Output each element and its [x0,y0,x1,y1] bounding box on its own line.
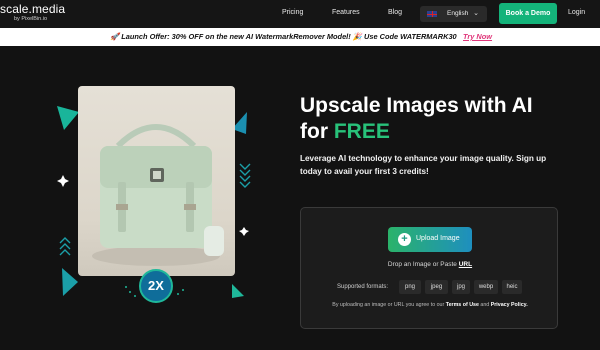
nav-pricing[interactable]: Pricing [282,9,303,16]
book-demo-button[interactable]: Book a Demo [499,3,557,24]
terms-and: and [478,302,491,308]
hero-title-for: for [300,120,334,143]
chevrons-down-icon [239,163,251,188]
logo-text: scale.media [0,2,66,16]
language-selector[interactable]: English ⌄ [420,6,487,22]
upload-image-button[interactable]: + Upload Image [388,227,472,252]
rocket-icon: 🚀 [110,32,120,41]
product-image [78,86,235,276]
logo-subtext: by PixelBin.io [14,16,48,22]
formats-label: Supported formats: [337,284,389,290]
promo-text-wrap: 🚀 Launch Offer: 30% OFF on the new AI Wa… [110,32,457,41]
upload-panel[interactable]: + Upload Image Drop an Image or Paste UR… [300,207,558,329]
hero-subtitle: Leverage AI technology to enhance your i… [300,154,547,176]
decor-triangle-icon [57,106,79,130]
privacy-policy-link[interactable]: Privacy Policy. [491,302,528,308]
drop-instructions: Drop an Image or Paste URL [301,261,559,268]
nav-features[interactable]: Features [332,9,360,16]
format-jpeg: jpeg [425,280,448,294]
upload-button-label: Upload Image [416,235,460,242]
bag-illustration [92,124,224,266]
login-link[interactable]: Login [568,9,585,16]
format-heic: heic [502,280,522,294]
format-jpg: jpg [452,280,470,294]
site-header: scale.media by PixelBin.io Pricing Featu… [0,0,600,28]
format-webp: webp [474,280,498,294]
upscale-2x-badge: 2X [139,269,173,303]
promo-banner: 🚀 Launch Offer: 30% OFF on the new AI Wa… [0,28,600,46]
format-png: png [399,280,421,294]
decor-triangle-icon [232,284,244,298]
paste-url-link[interactable]: URL [459,261,472,268]
logo[interactable]: scale.media by PixelBin.io [0,3,65,24]
chevron-down-icon: ⌄ [473,10,479,17]
language-label: English [447,10,469,17]
flag-uk-icon [427,11,437,17]
plus-circle-icon: + [398,233,411,246]
decor-triangle-icon [62,268,78,296]
try-now-link[interactable]: Try Now [463,32,492,41]
terms-of-use-link[interactable]: Terms of Use [446,302,479,308]
chevrons-up-icon [59,237,71,256]
terms-prefix: By uploading an image or URL you agree t… [332,302,446,308]
hero-title: Upscale Images with AI for FREE [300,93,580,145]
terms-notice: By uploading an image or URL you agree t… [301,302,559,308]
hero-title-free: FREE [333,120,390,143]
promo-text: Launch Offer: 30% OFF on the new AI Wate… [121,32,457,41]
nav-blog[interactable]: Blog [388,9,402,16]
drop-text: Drop an Image or Paste [387,261,459,268]
hero-title-line1: Upscale Images with AI [300,94,533,117]
